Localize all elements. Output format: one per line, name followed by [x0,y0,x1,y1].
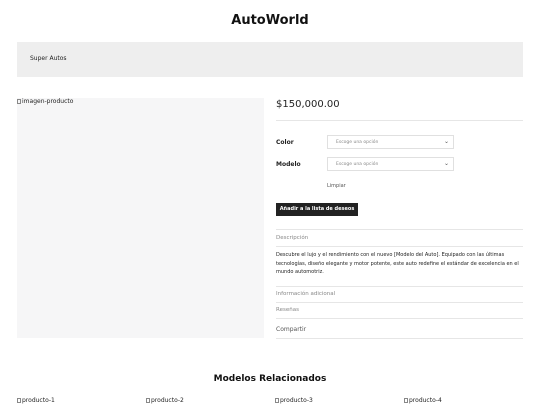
add-to-wishlist-button[interactable]: Añadir a la lista de deseos [276,203,358,216]
broken-image-icon [275,398,279,403]
broken-image-icon [17,99,21,104]
color-select-value: Escoge una opción [336,140,379,145]
model-label: Modelo [276,161,301,168]
divider [276,286,523,287]
broken-image-icon [17,398,21,403]
color-select[interactable]: Escoge una opción ⌄ [327,135,454,149]
tab-reviews[interactable]: Reseñas [276,307,299,313]
broken-image-icon [146,398,150,403]
product-image[interactable]: imagen-producto [17,98,264,338]
banner-label: Super Autos [30,55,67,62]
model-select-value: Escoge una opción [336,162,379,167]
share-link[interactable]: Compartir [276,326,306,333]
product-image-alt: imagen-producto [22,98,74,105]
site-title[interactable]: AutoWorld [0,13,540,28]
color-label: Color [276,139,294,146]
related-product-alt: producto-2 [151,397,184,404]
divider [276,318,523,319]
related-product[interactable]: producto-1 [17,397,55,404]
tab-additional-info[interactable]: Información adicional [276,291,335,297]
chevron-down-icon: ⌄ [443,160,449,167]
model-select[interactable]: Escoge una opción ⌄ [327,157,454,171]
related-product[interactable]: producto-2 [146,397,184,404]
product-price: $150,000.00 [276,99,340,110]
broken-image-icon [404,398,408,403]
category-banner: Super Autos [17,42,523,77]
product-description: Descubre el lujo y el rendimiento con el… [276,252,519,275]
related-product[interactable]: producto-4 [404,397,442,404]
divider [276,338,523,339]
chevron-down-icon: ⌄ [443,138,449,145]
related-product-alt: producto-3 [280,397,313,404]
related-product-alt: producto-4 [409,397,442,404]
related-product[interactable]: producto-3 [275,397,313,404]
divider [276,229,523,230]
related-title: Modelos Relacionados [213,374,327,384]
tab-description[interactable]: Descripción [276,235,308,241]
related-product-alt: producto-1 [22,397,55,404]
divider [276,246,523,247]
divider [276,120,523,121]
clear-link[interactable]: Limpiar [327,183,346,189]
divider [276,302,523,303]
broken-image: imagen-producto [17,98,73,105]
